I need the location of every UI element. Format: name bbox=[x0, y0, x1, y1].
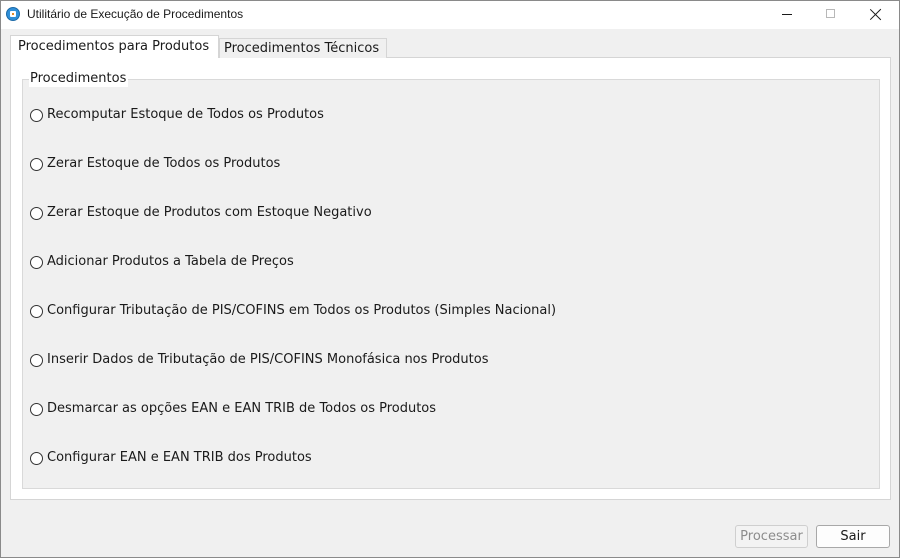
close-icon bbox=[870, 8, 882, 20]
sair-button[interactable]: Sair bbox=[816, 525, 890, 548]
radio-button[interactable] bbox=[30, 256, 43, 269]
radio-button[interactable] bbox=[30, 207, 43, 220]
maximize-button bbox=[809, 1, 855, 29]
option-label: Adicionar Produtos a Tabela de Preços bbox=[47, 254, 294, 269]
option-label: Configurar Tributação de PIS/COFINS em T… bbox=[47, 303, 557, 318]
option-label: Configurar EAN e EAN TRIB dos Produtos bbox=[47, 450, 312, 465]
tab-procedimentos-tecnicos[interactable]: Procedimentos Técnicos bbox=[219, 38, 387, 58]
option-label: Desmarcar as opções EAN e EAN TRIB de To… bbox=[47, 401, 437, 416]
processar-button[interactable]: Processar bbox=[735, 525, 808, 548]
option-label: Zerar Estoque de Todos os Produtos bbox=[47, 156, 281, 171]
radio-button[interactable] bbox=[30, 403, 43, 416]
radio-button[interactable] bbox=[30, 109, 43, 122]
option-label: Zerar Estoque de Produtos com Estoque Ne… bbox=[47, 205, 372, 220]
title-bar[interactable]: Utilitário de Execução de Procedimentos bbox=[1, 1, 899, 29]
maximize-icon bbox=[826, 9, 835, 18]
close-button[interactable] bbox=[853, 1, 899, 29]
tab-panel-produtos: Procedimentos Recomputar Estoque de Todo… bbox=[10, 57, 891, 500]
procedimentos-groupbox: Procedimentos Recomputar Estoque de Todo… bbox=[22, 71, 880, 489]
radio-button[interactable] bbox=[30, 354, 43, 367]
option-label: Recomputar Estoque de Todos os Produtos bbox=[47, 107, 324, 122]
radio-button[interactable] bbox=[30, 305, 43, 318]
minimize-icon bbox=[782, 14, 792, 15]
minimize-button[interactable] bbox=[765, 1, 811, 29]
window-title: Utilitário de Execução de Procedimentos bbox=[27, 7, 244, 21]
groupbox-title: Procedimentos bbox=[29, 71, 129, 87]
tab-procedimentos-produtos[interactable]: Procedimentos para Produtos bbox=[10, 35, 219, 58]
option-label: Inserir Dados de Tributação de PIS/COFIN… bbox=[47, 352, 489, 367]
radio-button[interactable] bbox=[30, 452, 43, 465]
main-window: Utilitário de Execução de Procedimentos … bbox=[0, 0, 900, 558]
app-database-icon bbox=[6, 7, 20, 21]
radio-button[interactable] bbox=[30, 158, 43, 171]
